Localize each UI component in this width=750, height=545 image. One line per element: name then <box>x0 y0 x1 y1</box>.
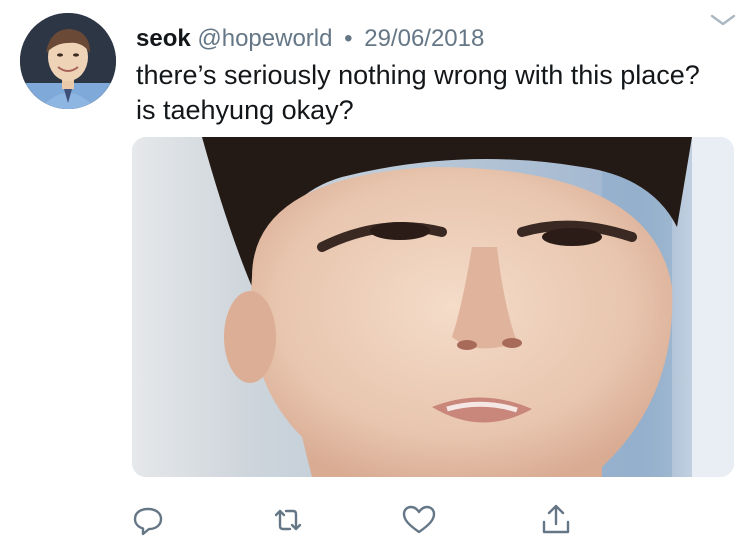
tweet-date[interactable]: 29/06/2018 <box>364 25 484 52</box>
avatar[interactable] <box>20 13 116 109</box>
tweet-media-image[interactable] <box>132 137 734 477</box>
retweet-icon[interactable] <box>268 500 308 540</box>
avatar-photo <box>20 13 116 109</box>
tweet-text: there’s seriously nothing wrong with thi… <box>136 60 700 125</box>
share-icon[interactable] <box>536 500 576 540</box>
chevron-down-icon[interactable] <box>706 4 740 34</box>
author-handle[interactable]: @hopeworld <box>197 25 332 52</box>
tweet-header: seok @hopeworld • 29/06/2018 <box>136 22 484 56</box>
heart-icon[interactable] <box>399 500 439 540</box>
separator-dot: • <box>344 25 353 52</box>
author-name[interactable]: seok <box>136 25 191 52</box>
media-photo <box>132 137 734 477</box>
reply-icon[interactable] <box>128 500 168 540</box>
